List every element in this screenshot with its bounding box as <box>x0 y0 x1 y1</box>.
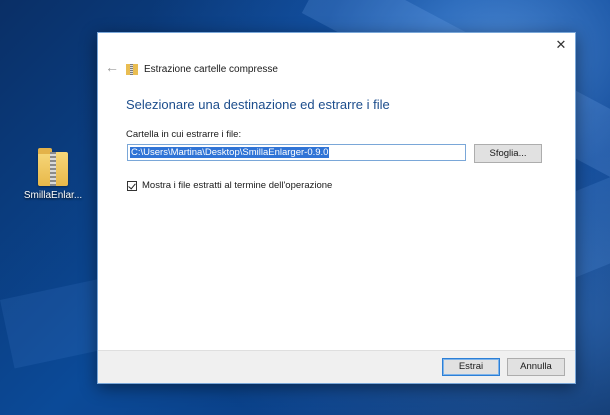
show-files-checkbox[interactable] <box>127 180 137 191</box>
cancel-button[interactable]: Annulla <box>507 358 565 376</box>
desktop-icon-label: SmillaEnlar... <box>23 190 83 201</box>
dialog-title: Estrazione cartelle compresse <box>144 63 278 75</box>
desktop-icon-smillaenlarger[interactable]: SmillaEnlar... <box>20 148 86 201</box>
destination-path-value: C:\Users\Martina\Desktop\SmillaEnlarger-… <box>130 147 330 158</box>
zip-folder-icon <box>38 148 68 186</box>
back-arrow-icon[interactable]: ← <box>105 59 119 75</box>
show-files-label: Mostra i file estratti al termine dell'o… <box>142 180 333 191</box>
dialog-heading: Selezionare una destinazione ed estrarre… <box>126 97 390 112</box>
extract-button[interactable]: Estrai <box>442 358 500 376</box>
destination-label: Cartella in cui estrarre i file: <box>126 129 242 140</box>
close-icon[interactable]: ✕ <box>553 37 569 53</box>
zip-folder-icon <box>126 63 138 75</box>
dialog-title-row: Estrazione cartelle compresse <box>126 61 278 77</box>
extract-dialog: ✕ ← Estrazione cartelle compresse Selezi… <box>97 32 576 384</box>
destination-path-input[interactable]: C:\Users\Martina\Desktop\SmillaEnlarger-… <box>127 144 466 161</box>
dialog-footer: Estrai Annulla <box>98 350 575 383</box>
browse-button[interactable]: Sfoglia... <box>474 144 542 163</box>
show-files-option[interactable]: Mostra i file estratti al termine dell'o… <box>127 180 332 191</box>
zip-strip <box>50 152 56 186</box>
